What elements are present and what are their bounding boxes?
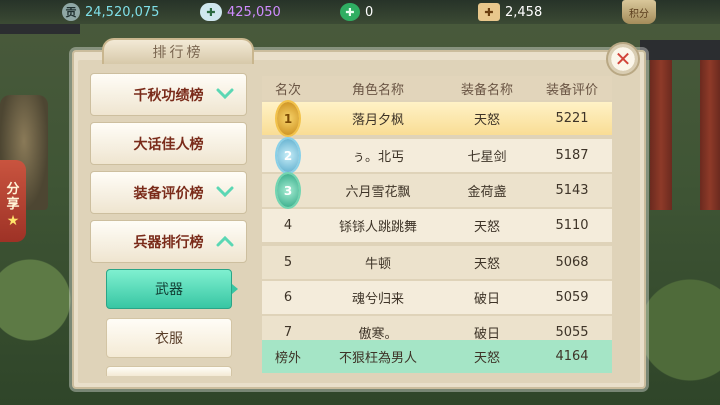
points-button[interactable]: 积分 (622, 0, 656, 24)
category-label: 千秋功绩榜 (133, 87, 204, 104)
cell-equip-name: 天怒 (473, 257, 500, 272)
header-role-name: 角色名称 (351, 82, 404, 98)
category-merit[interactable]: 千秋功绩榜 (90, 73, 247, 116)
chevron-down-icon (216, 88, 234, 100)
silver-value: 24,520,075 (85, 4, 160, 20)
cell-role-name: 落月夕枫 (351, 113, 404, 128)
cell-role-name: 铩铩人跳跳舞 (338, 220, 417, 235)
cell-rank: 5 (283, 255, 293, 270)
resource-bar: 贡 24,520,075 ✚ 425,050 ✚ 0 ✚ 2,458 积分 (0, 0, 720, 24)
selected-arrow-icon (232, 284, 238, 294)
chevron-down-icon (216, 186, 234, 198)
cell-rank: 4 (283, 218, 293, 233)
cell-role-name: 魂兮归来 (351, 292, 404, 307)
close-icon: ✕ (614, 47, 632, 71)
cell-equip-name: 金荷盏 (467, 185, 507, 200)
cell-role-name: 六月雪花飘 (345, 185, 411, 200)
cell-equip-score: 4164 (555, 349, 589, 364)
sub-tab-label: 武器 (155, 282, 183, 298)
cell-rank: 榜外 (274, 351, 301, 366)
chevron-up-icon (216, 235, 234, 247)
cell-rank: 7 (283, 325, 293, 340)
ticket-resource[interactable]: ✚ 2,458 (478, 2, 542, 22)
gold-medal-icon: 1 (277, 102, 299, 135)
cell-equip-score: 5059 (555, 290, 589, 305)
category-beauty[interactable]: 大话佳人榜 (90, 122, 247, 165)
category-label: 装备评价榜 (133, 185, 204, 202)
cell-role-name: 不狠枉為男人 (338, 351, 417, 366)
ticket-icon: ✚ (478, 3, 500, 21)
sub-tab-label: 衣服 (155, 331, 183, 347)
category-weapon-rank[interactable]: 兵器排行榜 (90, 220, 247, 263)
ticket-value: 2,458 (505, 4, 543, 20)
sub-tab-weapon[interactable]: 武器 (106, 269, 232, 309)
cell-equip-score: 5143 (555, 183, 589, 198)
header-equip-score: 装备评价 (545, 82, 598, 98)
category-equipment-score[interactable]: 装备评价榜 (90, 171, 247, 214)
cell-role-name: ぅ。北丐 (351, 150, 404, 165)
table-row[interactable]: 5 牛顿 天怒 5068 (262, 246, 612, 279)
cell-rank: 6 (283, 290, 293, 305)
cell-equip-name: 破日 (473, 327, 500, 341)
table-header: 名次 角色名称 装备名称 装备评价 (262, 76, 612, 100)
sub-tab-clothes[interactable]: 衣服 (106, 318, 232, 358)
gem-resource[interactable]: ✚ 425,050 (200, 2, 281, 22)
diamond-icon: ✚ (200, 3, 222, 21)
header-equip-name: 装备名称 (460, 82, 513, 98)
cell-equip-score: 5068 (555, 255, 589, 270)
close-button[interactable]: ✕ (606, 42, 640, 76)
share-label-1: 分 (6, 182, 20, 197)
cell-role-name: 牛顿 (364, 257, 391, 272)
ranking-list[interactable]: 1 落月夕枫 天怒 5221 2 ぅ。北丐 七星剑 5187 3 六月雪花飘 金… (262, 100, 612, 341)
category-label: 兵器排行榜 (133, 234, 204, 251)
jade-resource[interactable]: ✚ 0 (340, 2, 373, 22)
table-row[interactable]: 2 ぅ。北丐 七星剑 5187 (262, 139, 612, 172)
cell-equip-name: 七星剑 (467, 150, 507, 165)
silver-medal-icon: 2 (277, 139, 299, 172)
category-label: 大话佳人榜 (133, 136, 204, 153)
silver-coin-icon: 贡 (62, 3, 80, 21)
cell-equip-name: 天怒 (473, 220, 500, 235)
cell-role-name: 傲寒。 (358, 327, 398, 341)
bronze-medal-icon: 3 (277, 174, 299, 207)
cell-equip-name: 天怒 (473, 113, 500, 128)
my-rank-row: 榜外 不狠枉為男人 天怒 4164 (262, 340, 612, 373)
jade-icon: ✚ (340, 3, 360, 21)
cell-equip-score: 5221 (555, 111, 589, 126)
cell-equip-score: 5055 (555, 325, 589, 340)
cell-equip-name: 天怒 (473, 351, 500, 366)
share-label-2: 享 (6, 197, 20, 212)
table-row[interactable]: 6 魂兮归来 破日 5059 (262, 281, 612, 314)
table-row[interactable]: 4 铩铩人跳跳舞 天怒 5110 (262, 209, 612, 242)
cell-equip-score: 5110 (555, 218, 589, 233)
cell-equip-name: 破日 (473, 292, 500, 307)
silver-resource[interactable]: 贡 24,520,075 (62, 2, 159, 22)
share-tab[interactable]: 分 享 ★ (0, 160, 26, 242)
star-icon: ★ (6, 213, 20, 229)
jade-value: 0 (365, 4, 374, 20)
sub-tab-next[interactable] (106, 366, 232, 376)
header-rank: 名次 (274, 82, 301, 98)
table-row[interactable]: 7 傲寒。 破日 5055 (262, 316, 612, 341)
table-row[interactable]: 1 落月夕枫 天怒 5221 (262, 102, 612, 135)
panel-title: 排行榜 (102, 38, 254, 64)
table-row[interactable]: 3 六月雪花飘 金荷盏 5143 (262, 174, 612, 207)
gem-value: 425,050 (227, 4, 281, 20)
cell-equip-score: 5187 (555, 148, 589, 163)
